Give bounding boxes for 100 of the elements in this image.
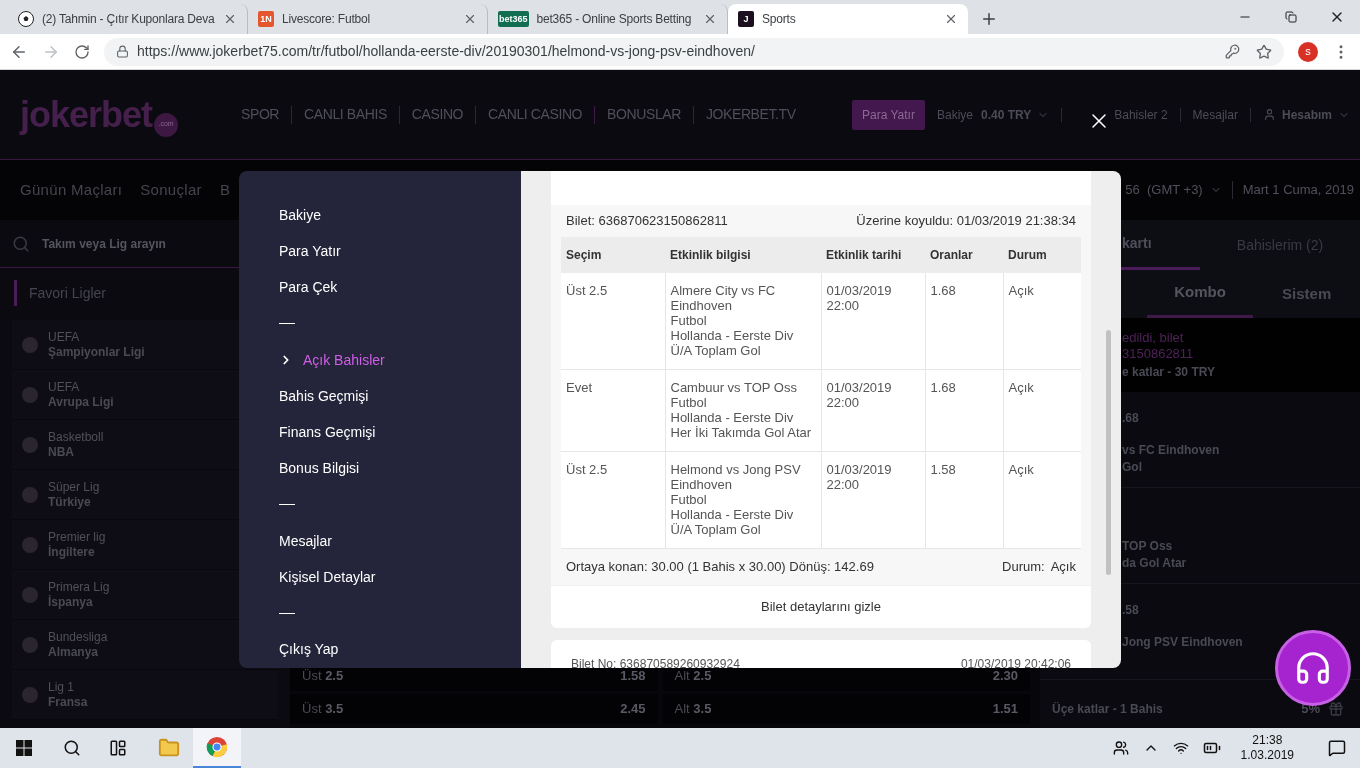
table-cell: Helmond vs Jong PSV Eindhoven Futbol Hollanda - Eerste Div Ü/A Toplam Gol: [665, 451, 821, 549]
market-label: Üst 3.5: [302, 700, 344, 719]
soccer-ball-icon: [18, 11, 34, 27]
task-view-icon[interactable]: [109, 739, 127, 757]
column-header: Oranlar: [925, 237, 1003, 273]
table-cell: Evet: [561, 369, 665, 452]
ticket-number: Bilet: 636870623150862811: [566, 212, 728, 231]
subnav-link[interactable]: B: [219, 178, 231, 202]
reload-icon[interactable]: [74, 43, 90, 60]
odds-value: 2.45: [620, 700, 646, 719]
league-emblem-icon: [22, 536, 38, 553]
league-emblem-icon: [22, 386, 38, 403]
league-emblem-icon: [22, 586, 38, 603]
league-name: İspanya: [48, 594, 94, 610]
subnav-link[interactable]: Günün Maçları: [20, 178, 123, 202]
status-label: Durum:: [1002, 558, 1045, 577]
nav-link[interactable]: JOKERBET.TV: [705, 104, 796, 125]
column-header: Etkinlik bilgisi: [665, 237, 821, 273]
search-icon[interactable]: [63, 739, 81, 757]
folder-icon: [158, 737, 180, 759]
new-tab-icon[interactable]: [980, 10, 998, 28]
menu-link[interactable]: Finans Geçmişi: [279, 422, 376, 443]
league-emblem-icon: [22, 636, 38, 653]
league-name: NBA: [48, 444, 75, 460]
league-region: Bundesliga: [48, 629, 108, 645]
user-icon: [1262, 108, 1276, 121]
market-label: Alt 3.5: [674, 700, 712, 719]
league-emblem-icon: [22, 436, 38, 453]
taskbar-app[interactable]: [193, 728, 241, 768]
nav-link[interactable]: SPOR: [241, 104, 280, 125]
league-region: UEFA: [48, 329, 81, 345]
table-cell: 01/03/2019 22:00: [821, 273, 925, 370]
menu-link[interactable]: Bakiye: [279, 204, 322, 226]
odds-cell[interactable]: Üst 3.5 2.45: [290, 694, 658, 724]
table-cell: Almere City vs FC Eindhoven Futbol Hollanda - Eerste Div Ü/A Toplam Gol: [665, 273, 821, 370]
site-logo-icon: 1N: [258, 11, 274, 27]
tab-title: Sports: [762, 11, 797, 28]
balance-label: Bakiye: [936, 106, 973, 124]
combo-summary: Üçe katlar - 1 Bahis: [1052, 701, 1163, 718]
nav-link[interactable]: BONUSLAR: [607, 104, 681, 125]
nav-link[interactable]: CANLI CASINO: [488, 104, 583, 125]
nav-link[interactable]: CASINO: [411, 104, 464, 125]
odds-value: 1.51: [992, 700, 1018, 719]
deposit-button[interactable]: Para Yatır: [852, 99, 925, 130]
account-link[interactable]: Hesabım: [1281, 105, 1332, 124]
menu-link[interactable]: Açık Bahisler: [279, 349, 385, 371]
betslip-subtab[interactable]: Sistem: [1253, 270, 1360, 318]
menu-link[interactable]: Kişisel Detaylar: [279, 566, 376, 588]
balance-value[interactable]: 0.40 TRY: [981, 105, 1032, 124]
restore-icon[interactable]: [1285, 11, 1297, 23]
table-cell: 1.58: [925, 451, 1003, 549]
table-cell: 01/03/2019 22:00: [821, 451, 925, 549]
key-icon[interactable]: [1225, 44, 1240, 59]
lock-icon: [116, 45, 129, 58]
market-label: Alt 2.5: [674, 668, 712, 686]
league-emblem-icon: [22, 486, 38, 503]
table-cell: Üst 2.5: [561, 451, 665, 549]
stake-summary: Ortaya konan: 30.00 (1 Bahis x 30.00) Dönüş: 142.69: [566, 558, 874, 577]
placed-time: Üzerine koyuldu: 01/03/2019 21:38:34: [856, 212, 1076, 231]
league-name: Fransa: [48, 694, 88, 710]
menu-link[interactable]: Para Çek: [279, 277, 338, 299]
table-cell: Açık: [1003, 451, 1081, 549]
menu-link[interactable]: Mesajlar: [279, 530, 332, 552]
scrollbar[interactable]: [1106, 330, 1111, 575]
league-region: Premier lig: [48, 529, 106, 545]
people-icon[interactable]: [1112, 740, 1129, 756]
league-region: Lig 1: [48, 679, 76, 695]
close-icon[interactable]: [944, 12, 958, 26]
browser-tab[interactable]: J Sports: [728, 4, 968, 34]
selection-event: vs FC Eindhoven: [1122, 442, 1221, 459]
windows-start-icon[interactable]: [16, 740, 32, 756]
bookmark-star-icon[interactable]: [1256, 43, 1272, 60]
search-field[interactable]: Takım veya Lig arayın: [42, 234, 242, 253]
menu-link[interactable]: Bahis Geçmişi: [279, 385, 369, 407]
menu-link[interactable]: Bonus Bilgisi: [279, 458, 360, 480]
chrome-icon: [206, 736, 228, 758]
bets-link[interactable]: Bahisler 2: [1114, 105, 1168, 124]
league-item[interactable]: Lig 1 Fransa: [12, 670, 278, 720]
column-header: Seçim: [561, 237, 665, 273]
address-bar[interactable]: https://www.jokerbet75.com/tr/futbol/hollanda-eerste-div/20190301/helmond-vs-jong-psv-eindhoven/: [104, 37, 1284, 66]
wifi-icon[interactable]: [1172, 740, 1189, 756]
tab-title: Livescore: Futbol: [282, 11, 371, 28]
selection-market: Gol: [1122, 459, 1143, 476]
notifications-icon[interactable]: [1328, 739, 1346, 757]
toggle-details-link[interactable]: Bilet detaylarını gizle: [761, 597, 881, 617]
league-name: Avrupa Ligi: [48, 394, 114, 410]
profile-avatar[interactable]: s: [1298, 41, 1318, 62]
table-cell: Üst 2.5: [561, 273, 665, 370]
messages-link[interactable]: Mesajlar: [1192, 105, 1238, 124]
odds-cell[interactable]: Alt 3.5 1.51: [662, 694, 1030, 724]
league-region: Süper Lig: [48, 479, 100, 495]
clock-text: 56 (GMT +3): [1125, 181, 1203, 200]
clock[interactable]: 21:38 1.03.2019: [1234, 733, 1300, 763]
menu-link[interactable]: Para Yatır: [279, 240, 341, 262]
menu-link[interactable]: Çıkış Yap: [279, 639, 339, 661]
selection-event: Jong PSV Eindhoven: [1122, 634, 1244, 651]
headset-icon: [1294, 649, 1332, 687]
status-value: Açık: [1050, 558, 1076, 577]
subnav-link[interactable]: Sonuçlar: [140, 178, 202, 202]
nav-link[interactable]: CANLI BAHIS: [304, 104, 387, 125]
